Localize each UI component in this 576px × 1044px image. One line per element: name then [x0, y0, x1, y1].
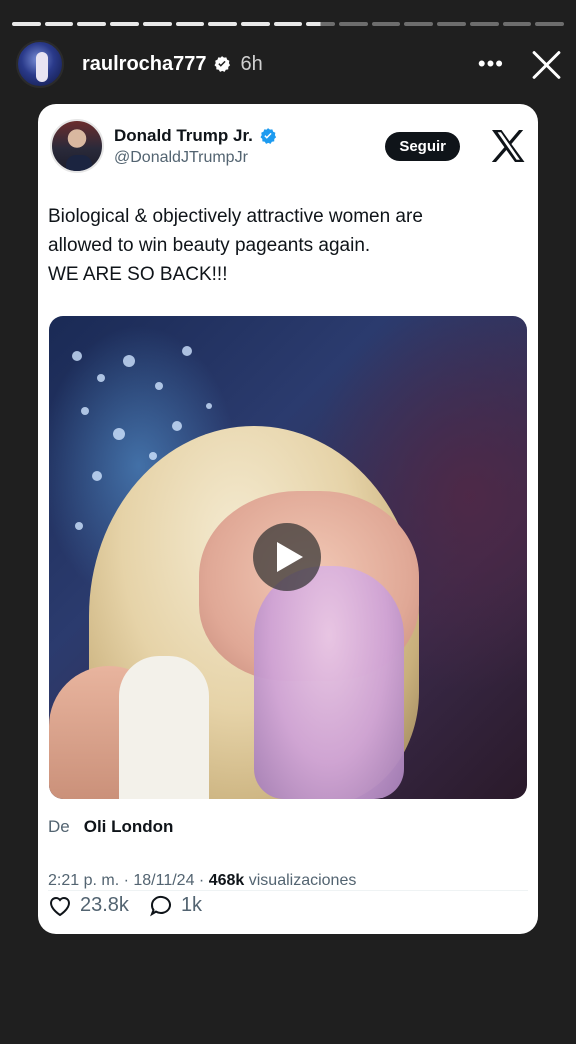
tweet-header: Donald Trump Jr. @DonaldJTrumpJr Seguir: [50, 118, 526, 174]
person-hands: [254, 566, 404, 799]
tweet-text: Biological & objectively attractive wome…: [48, 202, 518, 289]
play-icon: [277, 542, 303, 572]
like-button[interactable]: 23.8k: [48, 894, 129, 917]
story-progress-segment: [371, 22, 401, 26]
follow-button[interactable]: Seguir: [385, 131, 460, 161]
story-progress-segment: [12, 22, 41, 26]
tweet-actions: 23.8k 1k: [48, 894, 222, 917]
x-logo-icon[interactable]: [490, 129, 526, 163]
tweet-text-line: WE ARE SO BACK!!!: [48, 264, 228, 285]
tweet-text-line: allowed to win beauty pageants again.: [48, 235, 371, 256]
story-progress-segment: [110, 22, 139, 26]
divider: [48, 890, 528, 891]
story-progress-segment: [404, 22, 434, 26]
tweet-date[interactable]: 18/11/24: [133, 872, 194, 889]
story-progress-segment: [240, 22, 270, 26]
story-progress-segment: [306, 22, 336, 26]
story-progress-segment: [535, 22, 564, 26]
story-progress-segment: [142, 22, 172, 26]
tweet-display-name: Donald Trump Jr.: [114, 125, 253, 145]
heart-icon: [49, 896, 71, 916]
story-progress-bar: [12, 22, 564, 26]
story-progress-segment: [339, 22, 368, 26]
close-icon[interactable]: [530, 48, 562, 80]
tweet-views-label: visualizaciones: [248, 872, 357, 889]
tweet-meta: 2:21 p. m. · 18/11/24 · 468k visualizaci…: [48, 872, 357, 889]
tweet-author-name[interactable]: Donald Trump Jr.: [114, 126, 277, 146]
verified-badge-icon: [259, 127, 277, 145]
like-count: 23.8k: [80, 894, 129, 916]
tweet-views-count: 468k: [208, 872, 245, 889]
story-progress-segment: [273, 22, 303, 26]
quote-attribution: De Oli London: [48, 817, 173, 837]
reply-button[interactable]: 1k: [149, 894, 202, 917]
more-horizontal-icon[interactable]: •••: [478, 53, 504, 75]
person-top: [119, 656, 209, 799]
story-progress-segment: [175, 22, 205, 26]
play-button[interactable]: [253, 523, 321, 591]
story-progress-segment: [502, 22, 532, 26]
quote-prefix: De: [48, 817, 70, 836]
tweet-time[interactable]: 2:21 p. m.: [48, 872, 119, 889]
story-progress-segment: [44, 22, 74, 26]
story-header: raulrocha777 6h •••: [16, 40, 562, 88]
story-username[interactable]: raulrocha777: [82, 53, 207, 76]
tweet-handle[interactable]: @DonaldJTrumpJr: [114, 149, 277, 167]
reply-bubble-icon: [149, 895, 171, 916]
tweet-text-line: Biological & objectively attractive wome…: [48, 206, 423, 227]
story-time: 6h: [240, 52, 263, 75]
story-progress-segment: [469, 22, 499, 26]
story-avatar[interactable]: [16, 40, 64, 88]
story-progress-segment: [77, 22, 107, 26]
tweet-video[interactable]: [49, 316, 527, 799]
story-progress-segment: [208, 22, 237, 26]
verified-icon: [213, 55, 231, 73]
quote-author-link[interactable]: Oli London: [84, 817, 174, 836]
tweet-avatar[interactable]: [50, 119, 104, 173]
reply-count: 1k: [180, 894, 203, 916]
tweet-card[interactable]: Donald Trump Jr. @DonaldJTrumpJr Seguir …: [38, 104, 538, 934]
story-progress-segment: [437, 22, 466, 26]
